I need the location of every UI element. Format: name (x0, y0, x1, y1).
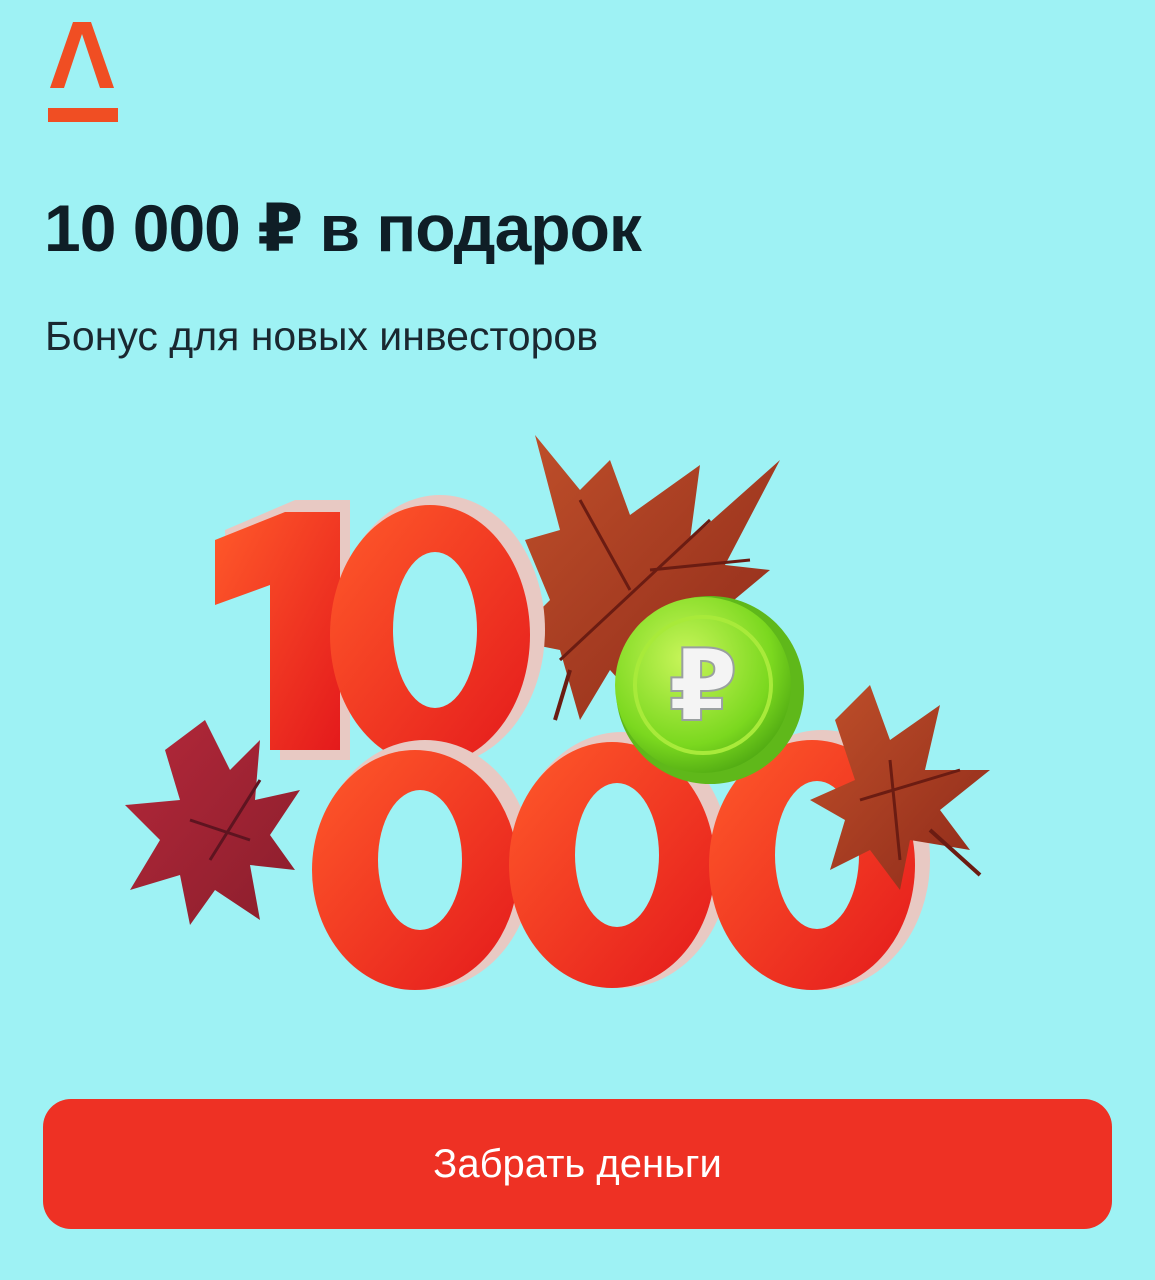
digit-zero-top (330, 495, 545, 765)
alfa-logo-icon (48, 22, 118, 122)
digit-one (215, 500, 350, 760)
promo-subtitle: Бонус для новых инвесторов (45, 313, 598, 359)
maple-leaf-left-icon (125, 720, 300, 925)
promo-illustration: ₽ (110, 420, 1030, 1020)
alfa-logo (46, 18, 120, 126)
digit-zero-bottom-1 (312, 740, 533, 990)
promo-illustration-image: ₽ (125, 435, 990, 990)
ruble-coin-icon: ₽ (615, 596, 804, 784)
claim-money-button[interactable]: Забрать деньги (43, 1099, 1112, 1229)
promo-title: 10 000 ₽ в подарок (44, 191, 642, 265)
coin-symbol: ₽ (668, 627, 738, 744)
